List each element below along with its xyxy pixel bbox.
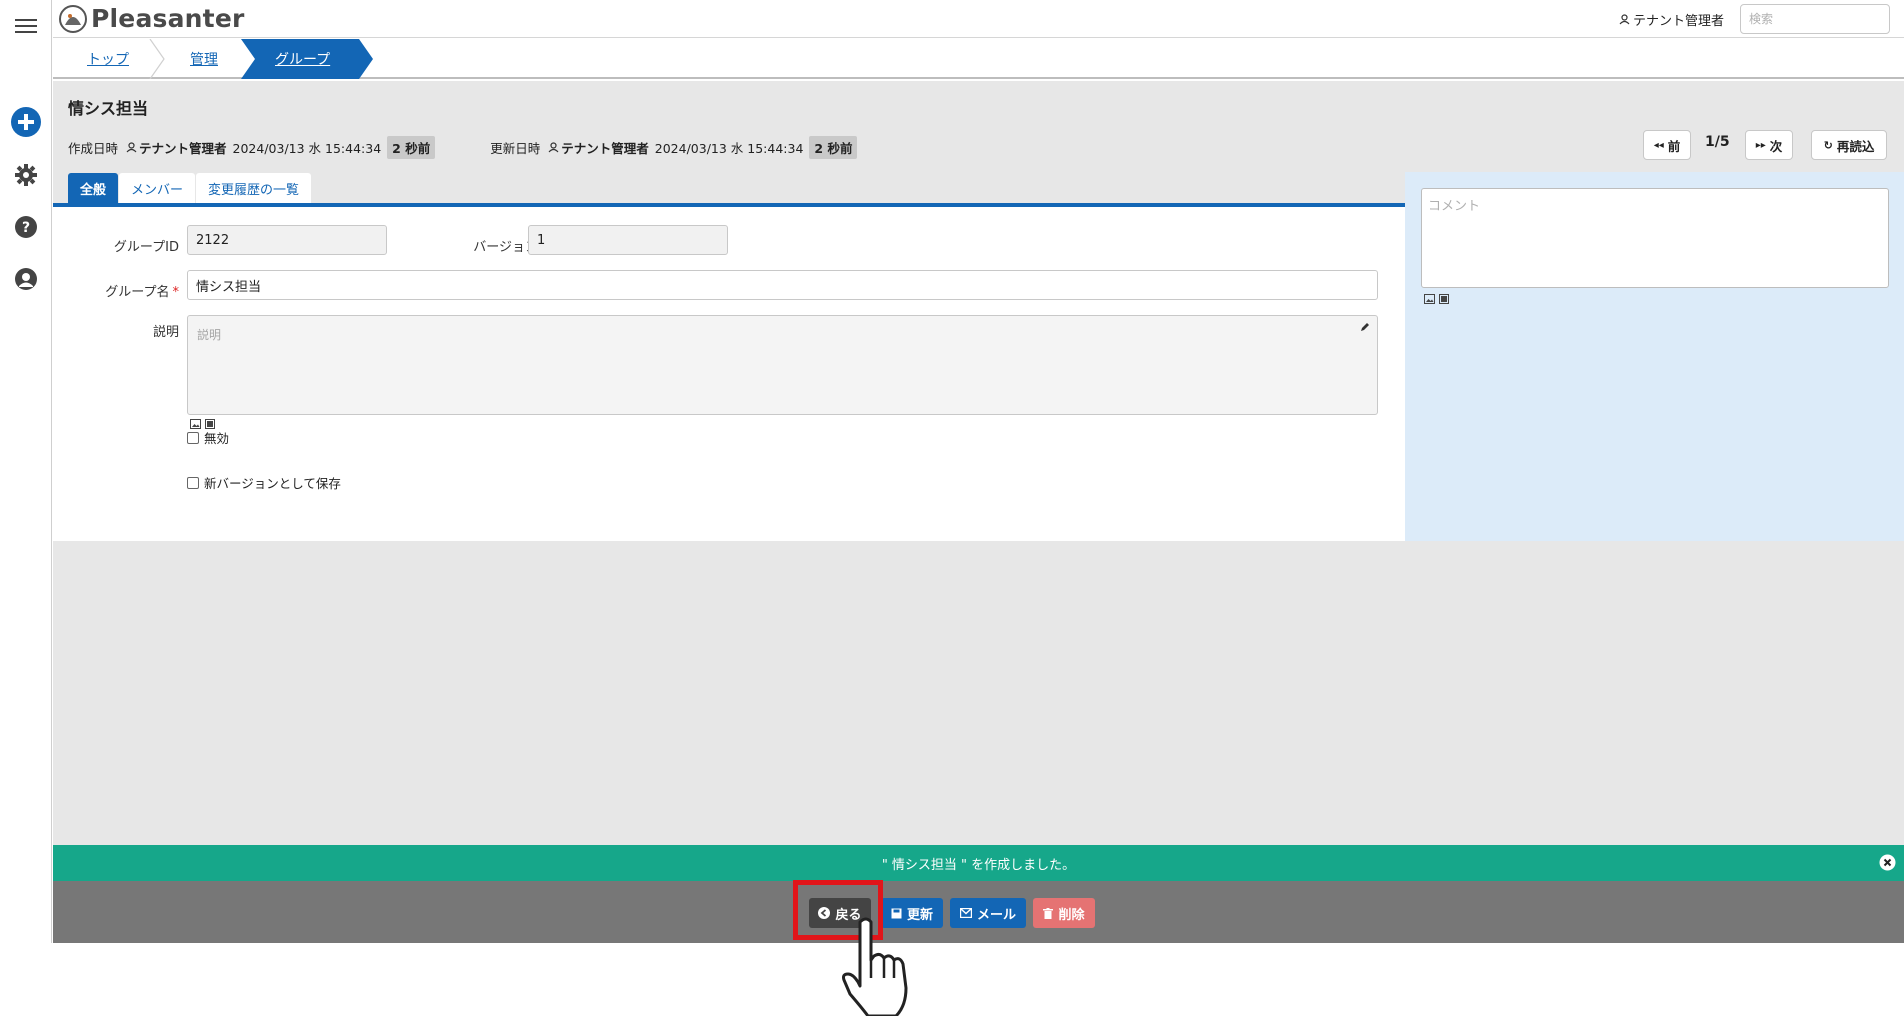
action-footer: 戻る 更新 メール 削除 <box>53 881 1904 943</box>
tab-general[interactable]: 全般 <box>68 173 119 203</box>
back-arrow-icon <box>818 907 831 919</box>
trash-icon <box>1043 907 1054 919</box>
group-id-field[interactable] <box>187 225 387 255</box>
pleasanter-logo-icon <box>59 4 87 33</box>
edit-pencil-icon[interactable] <box>1359 321 1371 333</box>
version-field[interactable] <box>528 225 728 255</box>
user-icon <box>126 142 137 153</box>
group-name-label: グループ名 * <box>105 285 180 300</box>
created-by[interactable]: テナント管理者 <box>126 138 227 157</box>
created-label: 作成日時 <box>68 141 119 156</box>
page-title: 情シス担当 <box>68 99 149 118</box>
version-label: バージョン <box>473 240 538 255</box>
comment-textarea[interactable]: コメント <box>1421 188 1889 288</box>
updated-label: 更新日時 <box>490 141 541 156</box>
add-circle-icon[interactable] <box>11 107 41 137</box>
delete-button[interactable]: 削除 <box>1033 898 1095 928</box>
tab-members[interactable]: メンバー <box>119 173 196 203</box>
description-textarea[interactable]: 説明 <box>187 315 1378 415</box>
user-icon <box>548 142 559 153</box>
help-icon[interactable]: ? <box>11 212 41 242</box>
description-label: 説明 <box>152 325 179 340</box>
image-icon[interactable] <box>1424 294 1435 304</box>
description-placeholder: 説明 <box>197 328 222 342</box>
message-text: " 情シス担当 " を作成しました。 <box>881 857 1076 873</box>
next-button[interactable]: ▸▸ 次 <box>1745 130 1793 160</box>
save-new-version-checkbox[interactable] <box>187 476 199 489</box>
user-menu[interactable]: テナント管理者 <box>1619 10 1724 29</box>
breadcrumb-top[interactable]: トップ <box>87 39 129 79</box>
file-icon[interactable] <box>1439 294 1449 304</box>
breadcrumb-admin[interactable]: 管理 <box>190 39 218 79</box>
breadcrumb-separator <box>149 39 165 79</box>
search-input[interactable] <box>1740 4 1890 34</box>
gear-icon[interactable] <box>11 160 41 190</box>
reload-button[interactable]: ↻ 再読込 <box>1811 130 1887 160</box>
logo[interactable]: Pleasanter <box>59 4 245 33</box>
next-icon: ▸▸ <box>1755 139 1766 151</box>
top-header: Pleasanter テナント管理者 <box>53 0 1904 38</box>
previous-button[interactable]: ◂◂ 前 <box>1643 130 1691 160</box>
group-id-label: グループID <box>113 240 179 255</box>
group-name-input[interactable] <box>187 270 1378 300</box>
created-at: 2024/03/13 水 15:44:34 <box>232 141 382 156</box>
disabled-checkbox[interactable] <box>187 431 199 444</box>
menu-icon[interactable] <box>11 11 41 41</box>
svg-text:?: ? <box>22 220 30 236</box>
save-new-version-label: 新バージョンとして保存 <box>204 476 341 491</box>
disabled-label: 無効 <box>204 431 230 446</box>
main-content: 情シス担当 作成日時 テナント管理者 2024/03/13 水 15:44:34… <box>53 81 1904 943</box>
left-sidebar: ? <box>0 0 52 943</box>
updated-by-name: テナント管理者 <box>561 141 649 156</box>
comment-placeholder: コメント <box>1428 199 1481 214</box>
breadcrumb: トップ 管理 グループ <box>53 39 1904 79</box>
reload-icon: ↻ <box>1823 138 1833 152</box>
comment-panel: コメント <box>1405 172 1904 541</box>
logo-text: Pleasanter <box>91 4 245 33</box>
disabled-checkbox-row[interactable]: 無効 <box>187 428 229 447</box>
mail-button[interactable]: メール <box>950 898 1026 928</box>
general-form: グループID バージョン グループ名* 説明 説明 無効 新バージョンとして保存 <box>53 207 1405 541</box>
previous-icon: ◂◂ <box>1653 139 1664 151</box>
tab-history[interactable]: 変更履歴の一覧 <box>196 173 312 203</box>
user-icon <box>1619 14 1630 25</box>
created-by-name: テナント管理者 <box>139 141 227 156</box>
record-info: 作成日時 テナント管理者 2024/03/13 水 15:44:34 2 秒前 … <box>68 136 858 159</box>
updated-ago-badge: 2 秒前 <box>809 136 858 159</box>
message-bar: " 情シス担当 " を作成しました。 <box>53 845 1904 881</box>
created-ago-badge: 2 秒前 <box>387 136 436 159</box>
mail-icon <box>959 908 972 918</box>
save-new-version-row[interactable]: 新バージョンとして保存 <box>187 473 341 492</box>
tab-bar: 全般 メンバー 変更履歴の一覧 <box>68 173 312 203</box>
close-icon[interactable] <box>1879 854 1896 871</box>
breadcrumb-group[interactable]: グループ <box>275 39 330 79</box>
updated-by[interactable]: テナント管理者 <box>548 138 649 157</box>
updated-at: 2024/03/13 水 15:44:34 <box>654 141 804 156</box>
required-mark: * <box>172 285 180 300</box>
pointing-hand-icon <box>842 917 908 1016</box>
page-indicator: 1/5 <box>1705 134 1730 150</box>
user-name: テナント管理者 <box>1632 14 1724 29</box>
user-circle-icon[interactable] <box>11 264 41 294</box>
